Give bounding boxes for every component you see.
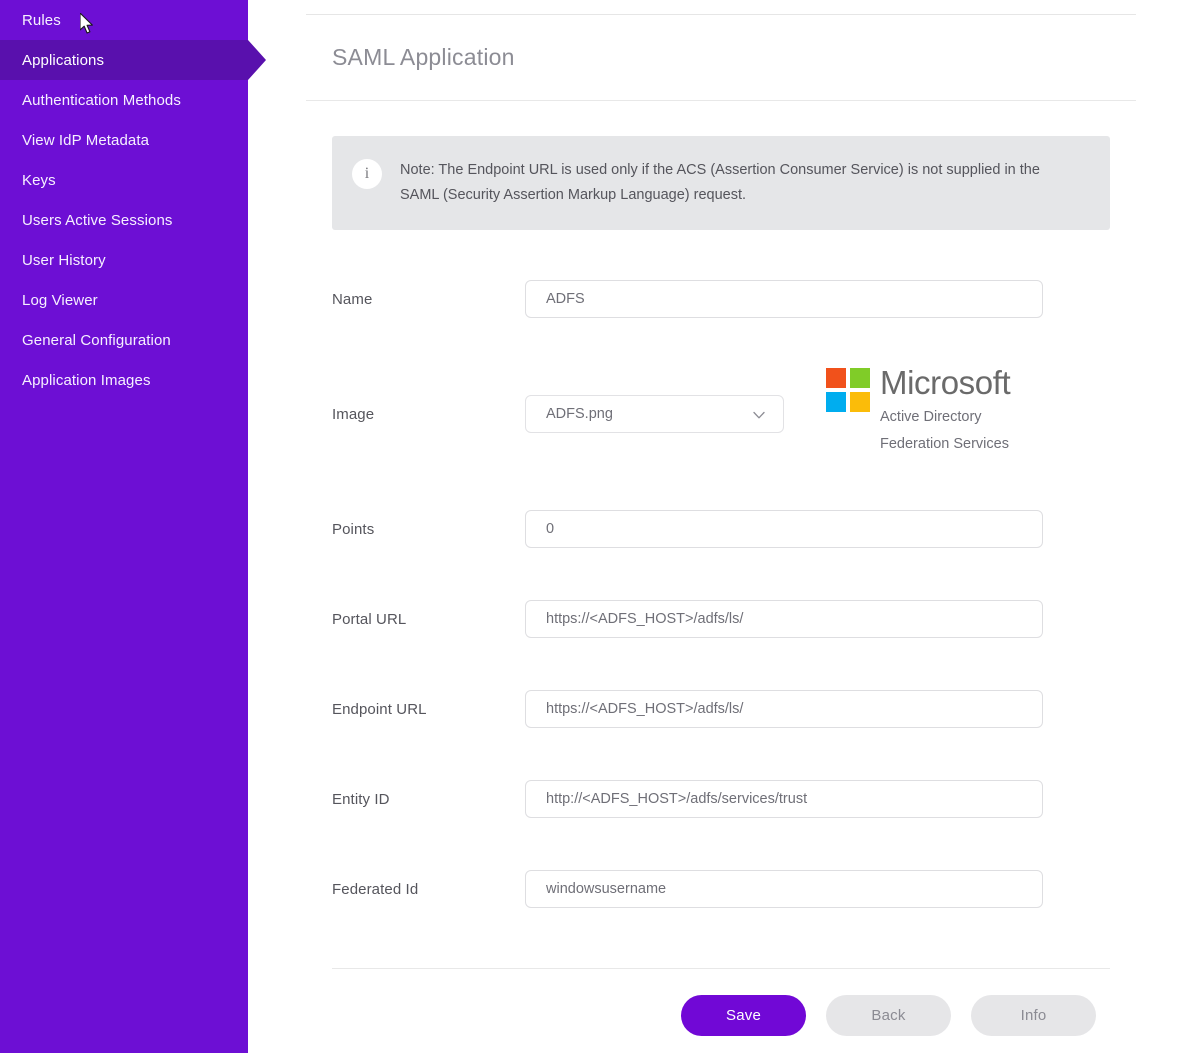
info-button[interactable]: Info xyxy=(971,995,1096,1036)
sidebar-item-applications[interactable]: Applications xyxy=(0,40,266,80)
federated-id-control xyxy=(525,870,1110,908)
federated-id-label: Federated Id xyxy=(332,880,419,898)
points-control xyxy=(525,510,1110,548)
image-label: Image xyxy=(332,405,375,423)
image-control: ADFS.png Microsoft Active Directory Fede… xyxy=(525,364,1110,456)
form-row-points: Points xyxy=(332,484,1110,574)
app-root: Rules Applications Authentication Method… xyxy=(0,0,1194,1053)
info-icon: i xyxy=(352,159,382,189)
form-row-entity-id: Entity ID xyxy=(332,754,1110,844)
logo-square-top-left xyxy=(826,368,846,388)
logo-square-bottom-right xyxy=(850,392,870,412)
points-input[interactable] xyxy=(525,510,1043,548)
image-select-value: ADFS.png xyxy=(546,406,613,422)
sidebar-nav-list: Rules Applications Authentication Method… xyxy=(0,0,266,400)
sidebar-item-view-idp-metadata[interactable]: View IdP Metadata xyxy=(0,120,248,160)
card-header: SAML Application xyxy=(306,14,1136,101)
page-title: SAML Application xyxy=(332,44,515,70)
info-note-text: Note: The Endpoint URL is used only if t… xyxy=(400,162,1040,203)
saml-application-card: SAML Application i Note: The Endpoint UR… xyxy=(306,14,1136,1036)
form-footer: Save Back Info xyxy=(332,968,1110,1036)
portal-url-control xyxy=(525,600,1110,638)
name-control xyxy=(525,280,1110,318)
portal-url-input[interactable] xyxy=(525,600,1043,638)
sidebar-item-label: General Configuration xyxy=(22,331,171,349)
back-button[interactable]: Back xyxy=(826,995,951,1036)
sidebar-item-users-active-sessions[interactable]: Users Active Sessions xyxy=(0,200,248,240)
sidebar-item-keys[interactable]: Keys xyxy=(0,160,248,200)
form-row-federated-id: Federated Id xyxy=(332,844,1110,934)
sidebar-item-label: View IdP Metadata xyxy=(22,131,150,149)
sidebar-item-label: Keys xyxy=(22,171,56,189)
main-content: SAML Application i Note: The Endpoint UR… xyxy=(248,0,1194,1053)
microsoft-wordmark: Microsoft xyxy=(880,364,1011,401)
sidebar-item-label: Application Images xyxy=(22,371,151,389)
sidebar: Rules Applications Authentication Method… xyxy=(0,0,266,1053)
form-row-name: Name xyxy=(332,254,1110,344)
federated-id-input[interactable] xyxy=(525,870,1043,908)
entity-id-label: Entity ID xyxy=(332,790,390,808)
logo-subtitle-line2: Federation Services xyxy=(880,436,1009,452)
portal-url-label: Portal URL xyxy=(332,610,407,628)
entity-id-control xyxy=(525,780,1110,818)
info-note-banner: i Note: The Endpoint URL is used only if… xyxy=(332,136,1110,230)
save-button[interactable]: Save xyxy=(681,995,806,1036)
sidebar-item-label: Authentication Methods xyxy=(22,91,181,109)
sidebar-item-label: Log Viewer xyxy=(22,291,98,309)
form-row-image: Image ADFS.png Microsoft Active Director… xyxy=(332,344,1110,484)
form-row-portal-url: Portal URL xyxy=(332,574,1110,664)
sidebar-item-rules[interactable]: Rules xyxy=(0,0,248,40)
endpoint-url-input[interactable] xyxy=(525,690,1043,728)
entity-id-input[interactable] xyxy=(525,780,1043,818)
points-label: Points xyxy=(332,520,375,538)
sidebar-item-log-viewer[interactable]: Log Viewer xyxy=(0,280,248,320)
microsoft-logo-text: Microsoft Active Directory Federation Se… xyxy=(880,364,1011,456)
endpoint-url-control xyxy=(525,690,1110,728)
sidebar-item-label: Applications xyxy=(22,51,105,69)
card-body: i Note: The Endpoint URL is used only if… xyxy=(306,136,1136,1036)
logo-square-bottom-left xyxy=(826,392,846,412)
sidebar-item-label: Users Active Sessions xyxy=(22,211,173,229)
name-label: Name xyxy=(332,290,373,308)
sidebar-item-label: Rules xyxy=(22,11,61,29)
logo-subtitle-line1: Active Directory xyxy=(880,409,982,425)
image-select[interactable]: ADFS.png xyxy=(525,395,784,433)
sidebar-item-authentication-methods[interactable]: Authentication Methods xyxy=(0,80,248,120)
form-row-endpoint-url: Endpoint URL xyxy=(332,664,1110,754)
sidebar-item-user-history[interactable]: User History xyxy=(0,240,248,280)
name-input[interactable] xyxy=(525,280,1043,318)
sidebar-item-application-images[interactable]: Application Images xyxy=(0,360,248,400)
microsoft-logo-squares xyxy=(826,368,870,412)
microsoft-logo: Microsoft Active Directory Federation Se… xyxy=(826,364,1011,456)
sidebar-item-general-configuration[interactable]: General Configuration xyxy=(0,320,248,360)
saml-application-form: Name Image ADFS.png xyxy=(306,230,1136,934)
sidebar-item-label: User History xyxy=(22,251,106,269)
logo-square-top-right xyxy=(850,368,870,388)
endpoint-url-label: Endpoint URL xyxy=(332,700,427,718)
image-select-wrap: ADFS.png xyxy=(525,395,784,433)
